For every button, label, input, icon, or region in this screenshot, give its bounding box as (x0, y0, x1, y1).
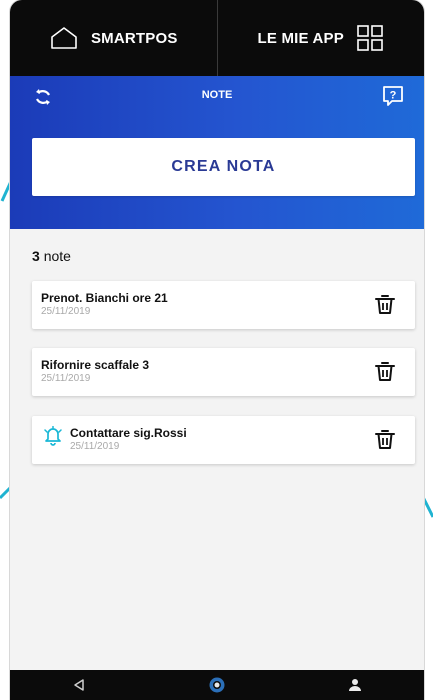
my-apps-label: LE MIE APP (257, 29, 344, 47)
top-app-bar: SMARTPOS LE MIE APP (10, 0, 424, 76)
nav-profile[interactable] (335, 678, 375, 692)
notes-header: NOTE ? CREA NOTA (10, 76, 424, 229)
svg-text:?: ? (390, 90, 397, 102)
device-screen: SMARTPOS LE MIE APP NOTE ? CREA NOTA 3 n… (10, 0, 424, 700)
notes-count-word: note (43, 248, 71, 264)
help-icon[interactable]: ? (382, 85, 404, 107)
home-circle-icon (209, 677, 225, 693)
nav-back[interactable] (59, 678, 99, 692)
home-icon (51, 27, 77, 49)
back-icon (74, 679, 84, 691)
note-date: 25/11/2019 (70, 441, 120, 452)
nav-home[interactable] (197, 676, 237, 694)
home-tab-label: SMARTPOS (90, 29, 178, 47)
page-title: NOTE (201, 89, 233, 101)
system-nav-bar (10, 670, 424, 700)
trash-icon[interactable] (375, 293, 395, 315)
note-card[interactable]: Rifornire scaffale 3 25/11/2019 (32, 348, 415, 396)
note-title: Prenot. Bianchi ore 21 (41, 291, 168, 305)
apps-grid-icon (357, 25, 383, 51)
home-tab[interactable]: SMARTPOS (10, 0, 217, 76)
trash-icon[interactable] (375, 360, 395, 382)
note-card[interactable]: Contattare sig.Rossi 25/11/2019 (32, 416, 415, 464)
note-title: Contattare sig.Rossi (70, 426, 187, 440)
notes-count-number: 3 (32, 248, 40, 264)
trash-icon[interactable] (375, 428, 395, 450)
my-apps-tab[interactable]: LE MIE APP (218, 0, 425, 76)
bell-icon (44, 426, 62, 446)
note-date: 25/11/2019 (41, 373, 91, 384)
note-title: Rifornire scaffale 3 (41, 358, 150, 372)
person-icon (349, 679, 361, 691)
note-date: 25/11/2019 (41, 306, 91, 317)
note-card[interactable]: Prenot. Bianchi ore 21 25/11/2019 (32, 281, 415, 329)
create-note-button[interactable]: CREA NOTA (32, 138, 415, 196)
notes-count: 3 note (32, 248, 71, 264)
